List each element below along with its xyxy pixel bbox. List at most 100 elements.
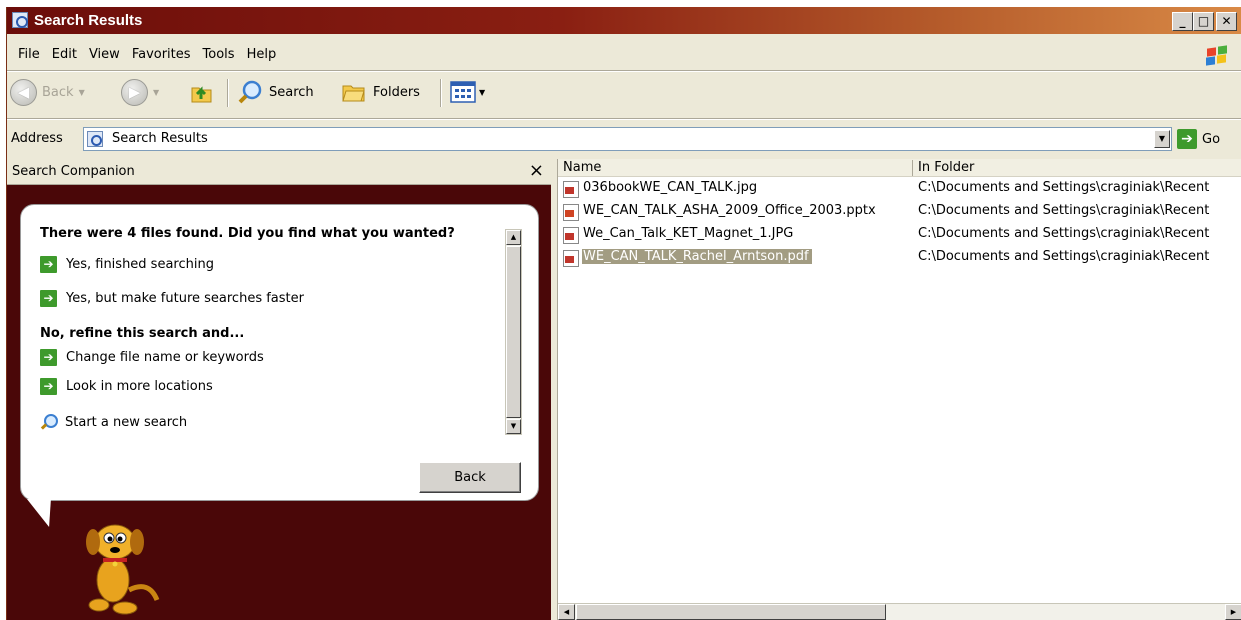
- file-name: WE_CAN_TALK_Rachel_Arntson.pdf: [582, 249, 812, 264]
- views-button[interactable]: ▼: [450, 75, 485, 109]
- scroll-down-button[interactable]: ▼: [506, 419, 521, 434]
- link-faster-searches[interactable]: ➔ Yes, but make future searches faster: [40, 290, 304, 307]
- up-folder-button[interactable]: [189, 75, 215, 109]
- go-button[interactable]: ➔ Go: [1177, 127, 1220, 151]
- toolbar-bottom-separator: [7, 118, 1241, 120]
- file-row[interactable]: We_Can_Talk_KET_Magnet_1.JPG C:\Document…: [558, 224, 1241, 246]
- go-label: Go: [1202, 131, 1221, 147]
- file-name: WE_CAN_TALK_ASHA_2009_Office_2003.pptx: [583, 203, 876, 218]
- file-folder: C:\Documents and Settings\craginiak\Rece…: [918, 203, 1210, 218]
- go-arrow-icon: ➔: [1177, 129, 1197, 149]
- toolbar-separator: [227, 79, 229, 107]
- search-label: Search: [269, 84, 314, 100]
- close-button[interactable]: ✕: [1216, 12, 1237, 31]
- scroll-up-button[interactable]: ▲: [506, 230, 521, 245]
- link-finished-searching[interactable]: ➔ Yes, finished searching: [40, 256, 214, 273]
- scroll-right-button[interactable]: ▶: [1225, 604, 1241, 620]
- file-folder: C:\Documents and Settings\craginiak\Rece…: [918, 180, 1210, 195]
- search-companion-pane: Search Companion × There were 4 files fo…: [7, 159, 551, 620]
- explorer-window: Search Results _ □ ✕ File Edit View Favo…: [6, 7, 1241, 620]
- link-label: Change file name or keywords: [66, 350, 264, 365]
- menu-edit[interactable]: Edit: [52, 47, 84, 62]
- menu-tools[interactable]: Tools: [203, 47, 242, 62]
- speech-bubble: There were 4 files found. Did you find w…: [20, 204, 539, 501]
- title-bar[interactable]: Search Results _ □ ✕: [7, 7, 1241, 34]
- column-divider[interactable]: [912, 160, 913, 176]
- column-header-in-folder[interactable]: In Folder: [918, 160, 974, 175]
- magnifier-icon: [40, 414, 58, 431]
- scroll-thumb[interactable]: [506, 246, 521, 418]
- forward-nav-button[interactable]: ▶ ▼: [121, 75, 159, 109]
- back-dropdown-icon[interactable]: ▼: [79, 88, 85, 97]
- forward-dropdown-icon[interactable]: ▼: [153, 88, 159, 97]
- search-companion-title: Search Companion: [12, 164, 135, 179]
- menu-favorites[interactable]: Favorites: [132, 47, 198, 62]
- green-arrow-icon: ➔: [40, 349, 57, 366]
- file-row[interactable]: 036bookWE_CAN_TALK.jpg C:\Documents and …: [558, 178, 1241, 200]
- menu-bar: File Edit View Favorites Tools Help: [7, 45, 1241, 69]
- folders-icon: [342, 85, 365, 102]
- window-title: Search Results: [34, 12, 143, 29]
- menu-help[interactable]: Help: [247, 47, 284, 62]
- green-arrow-icon: ➔: [40, 290, 57, 307]
- toolbar-separator: [440, 79, 442, 107]
- link-more-locations[interactable]: ➔ Look in more locations: [40, 378, 213, 395]
- link-label: Yes, but make future searches faster: [66, 291, 304, 306]
- search-companion-header: Search Companion ×: [7, 159, 551, 185]
- address-dropdown-button[interactable]: ▼: [1154, 130, 1170, 148]
- views-icon: [450, 81, 476, 103]
- column-header-name[interactable]: Name: [563, 160, 601, 175]
- file-row[interactable]: WE_CAN_TALK_ASHA_2009_Office_2003.pptx C…: [558, 201, 1241, 223]
- back-nav-button[interactable]: ◀ Back ▼: [10, 75, 85, 109]
- file-list-view: Name In Folder 036bookWE_CAN_TALK.jpg C:…: [557, 159, 1241, 620]
- green-arrow-icon: ➔: [40, 256, 57, 273]
- column-headers: Name In Folder: [558, 159, 1241, 177]
- forward-arrow-icon: ▶: [121, 78, 148, 106]
- search-results-icon: [87, 131, 103, 147]
- link-change-file-name[interactable]: ➔ Change file name or keywords: [40, 349, 264, 366]
- folders-button[interactable]: Folders: [341, 75, 420, 109]
- shortcut-powerpoint-icon: [563, 204, 579, 221]
- views-dropdown-icon[interactable]: ▼: [479, 88, 485, 97]
- file-folder: C:\Documents and Settings\craginiak\Rece…: [918, 249, 1210, 264]
- search-results-app-icon[interactable]: [12, 12, 28, 28]
- minimize-button[interactable]: _: [1172, 12, 1193, 31]
- link-label: Look in more locations: [66, 379, 213, 394]
- link-label: Yes, finished searching: [66, 257, 214, 272]
- search-button[interactable]: Search: [237, 75, 314, 109]
- companion-scrollbar[interactable]: ▲ ▼: [505, 229, 522, 435]
- caption-buttons: _ □ ✕: [1172, 12, 1237, 31]
- link-label: Start a new search: [65, 415, 188, 430]
- companion-back-button[interactable]: Back: [419, 462, 521, 493]
- refine-heading: No, refine this search and...: [40, 326, 245, 341]
- file-row-selected[interactable]: WE_CAN_TALK_Rachel_Arntson.pdf C:\Docume…: [558, 247, 1241, 269]
- file-folder: C:\Documents and Settings\craginiak\Rece…: [918, 226, 1210, 241]
- results-heading: There were 4 files found. Did you find w…: [40, 226, 455, 241]
- link-new-search[interactable]: Start a new search: [40, 414, 187, 431]
- file-name: 036bookWE_CAN_TALK.jpg: [583, 180, 758, 195]
- file-list-hscrollbar[interactable]: ◀ ▶: [558, 603, 1241, 620]
- back-arrow-icon: ◀: [10, 78, 37, 106]
- speech-bubble-tail: [26, 499, 68, 527]
- maximize-button[interactable]: □: [1193, 12, 1214, 31]
- green-arrow-icon: ➔: [40, 378, 57, 395]
- address-bar: Address Search Results ▼ ➔ Go: [7, 126, 1241, 153]
- address-label: Address: [11, 131, 63, 146]
- menu-view[interactable]: View: [89, 47, 127, 62]
- windows-logo-icon: [1204, 45, 1234, 68]
- address-field[interactable]: Search Results ▼: [83, 127, 1172, 151]
- menu-separator: [7, 70, 1241, 72]
- hscroll-thumb[interactable]: [576, 604, 886, 620]
- folders-label: Folders: [373, 84, 420, 100]
- close-pane-icon[interactable]: ×: [529, 160, 544, 181]
- standard-toolbar: ◀ Back ▼ ▶ ▼ Search Folders ▼: [7, 75, 1241, 111]
- shortcut-image-icon: [563, 227, 579, 244]
- shortcut-image-icon: [563, 181, 579, 198]
- menu-file[interactable]: File: [18, 47, 47, 62]
- scroll-left-button[interactable]: ◀: [558, 604, 575, 620]
- address-value: Search Results: [112, 131, 208, 146]
- up-folder-icon: [191, 86, 212, 103]
- search-icon: [238, 80, 262, 104]
- rover-dog-icon[interactable]: [77, 520, 167, 615]
- shortcut-pdf-icon: [563, 250, 579, 267]
